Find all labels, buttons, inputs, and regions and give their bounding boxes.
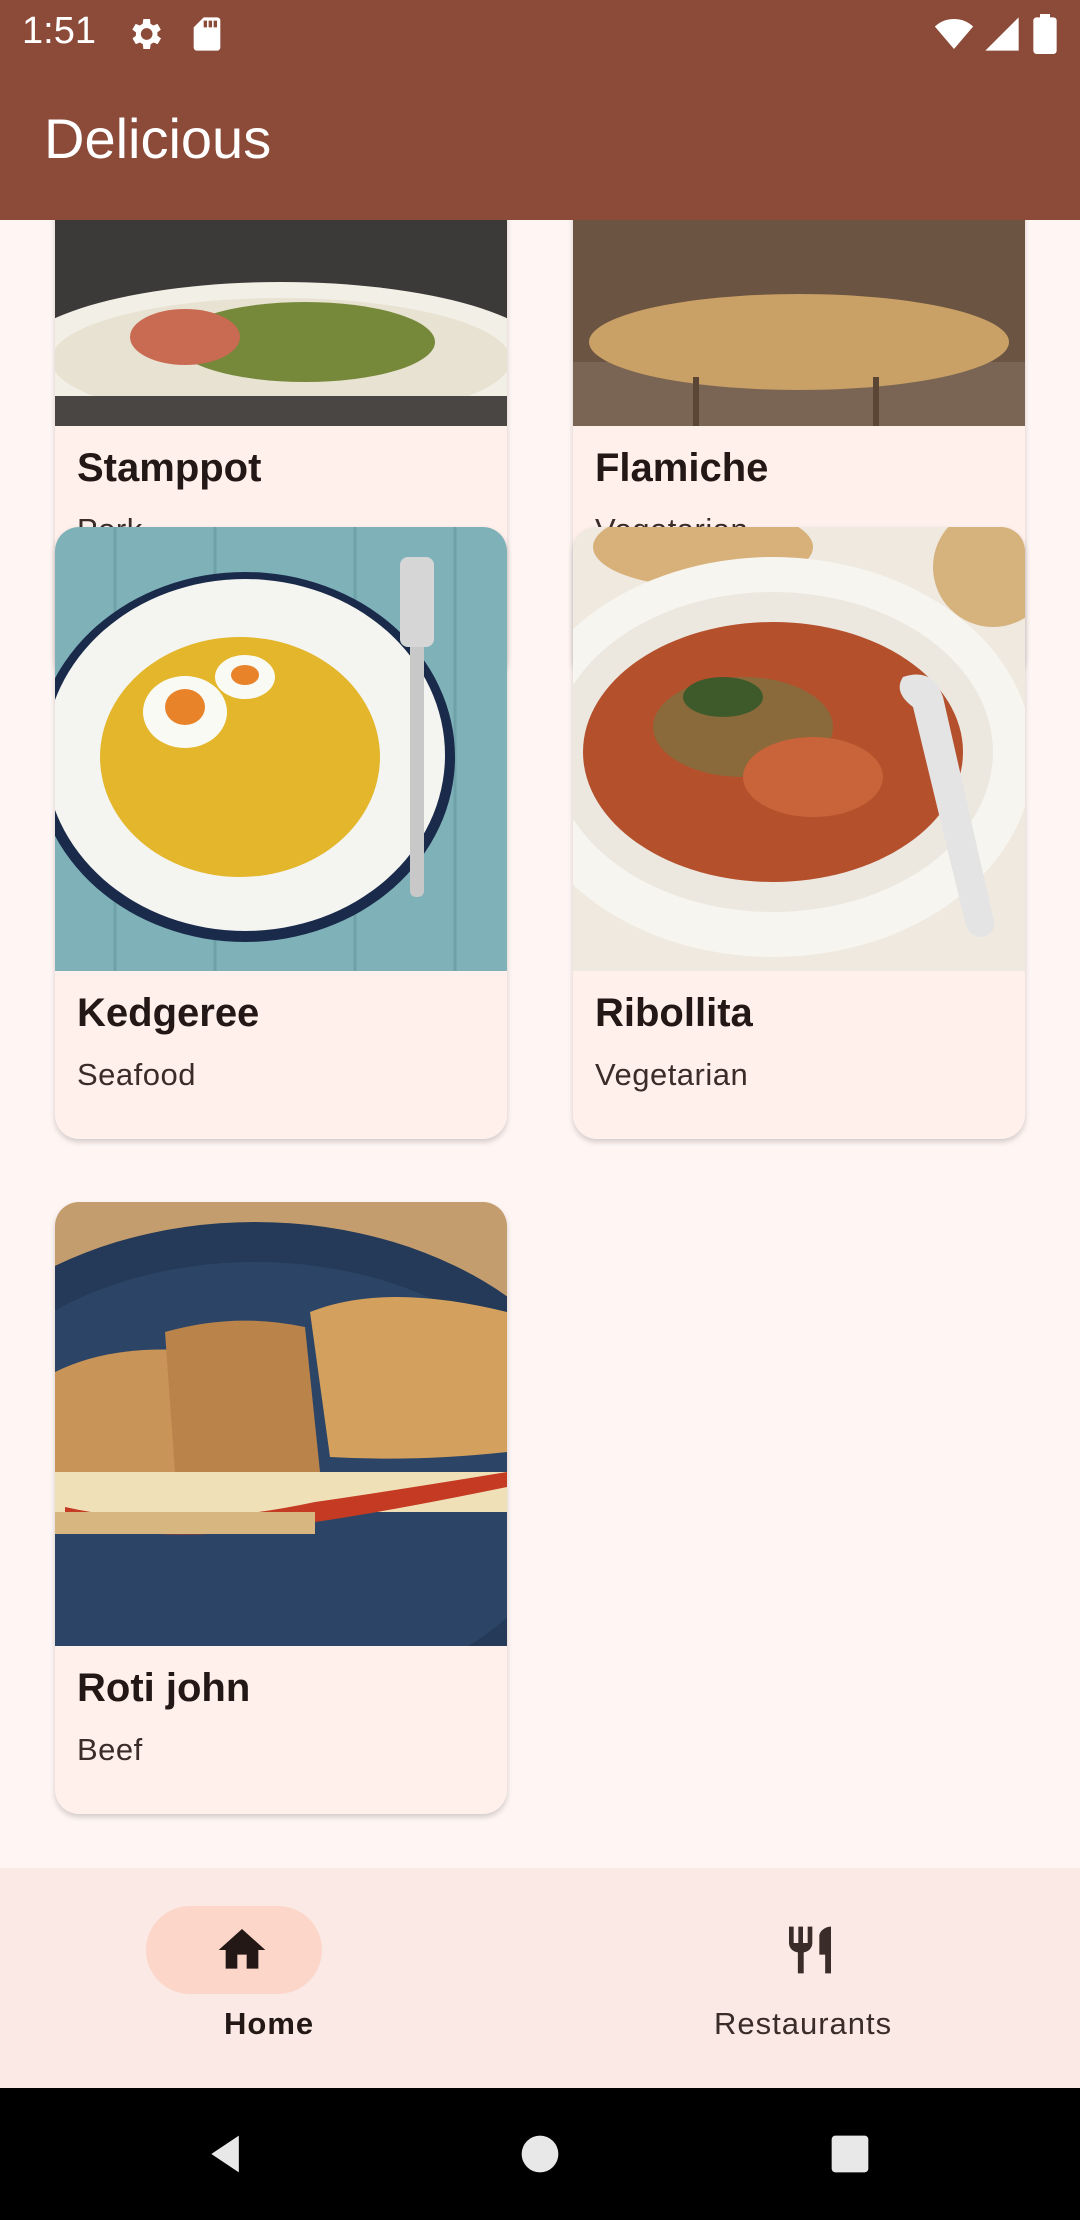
status-bar: 1:51: [0, 0, 1080, 66]
recipe-name: Flamiche: [595, 446, 769, 490]
nav-item-restaurants[interactable]: Restaurants: [540, 1868, 1080, 2088]
bottom-navigation: Home Restaurants: [0, 1868, 1080, 2088]
system-navigation-bar: [0, 2088, 1080, 2220]
settings-icon: [132, 19, 161, 49]
back-icon[interactable]: [204, 2132, 248, 2176]
status-time: 1:51: [22, 10, 96, 52]
recipe-image: [55, 527, 507, 971]
recipe-image: [573, 527, 1025, 971]
nav-item-home[interactable]: Home: [0, 1868, 540, 2088]
recipe-name: Kedgeree: [77, 991, 260, 1035]
cell-signal-icon: [985, 17, 1019, 51]
recipe-category: Vegetarian: [595, 1057, 749, 1092]
sd-card-icon: [193, 17, 221, 51]
recipe-card-roti-john[interactable]: Roti john Beef: [55, 1202, 507, 1814]
recipe-category: Beef: [77, 1732, 143, 1767]
recipe-grid: Stamppot Pork Flamiche Vegetarian: [0, 220, 1080, 1868]
recipe-card-kedgeree[interactable]: Kedgeree Seafood: [55, 527, 507, 1139]
recipe-image: [55, 220, 507, 426]
recipe-name: Stamppot: [77, 446, 262, 490]
app-bar: Delicious: [0, 66, 1080, 220]
recipe-category: Seafood: [77, 1057, 196, 1092]
recipe-name: Roti john: [77, 1666, 251, 1710]
recipe-image: [55, 1202, 507, 1646]
nav-label-restaurants: Restaurants: [714, 2006, 893, 2041]
wifi-icon: [934, 19, 974, 49]
nav-label-home: Home: [224, 2006, 315, 2041]
recents-icon[interactable]: [828, 2132, 872, 2176]
battery-icon: [1033, 14, 1057, 54]
home-circle-icon[interactable]: [518, 2132, 562, 2176]
home-icon: [218, 1929, 266, 1969]
restaurant-icon: [789, 1926, 831, 1974]
recipe-name: Ribollita: [595, 991, 753, 1035]
recipe-image: [573, 220, 1025, 426]
recipe-card-ribollita[interactable]: Ribollita Vegetarian: [573, 527, 1025, 1139]
app-title: Delicious: [44, 107, 272, 170]
